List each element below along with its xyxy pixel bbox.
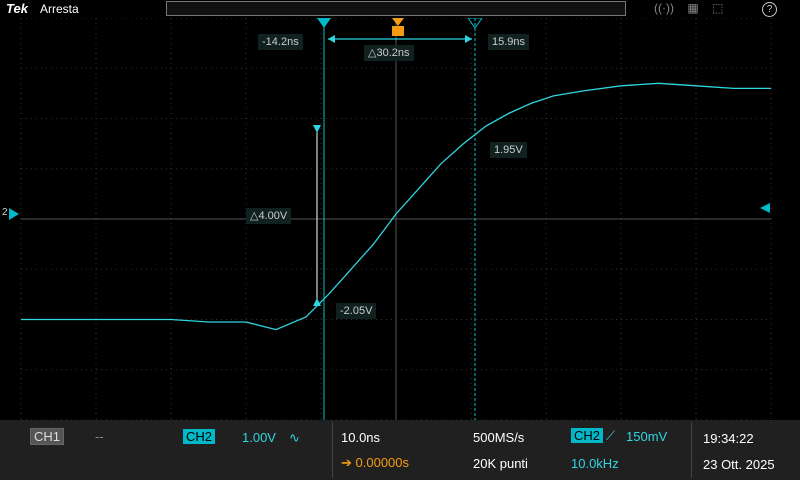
cursor-delta-volt: △4.00V [246,208,292,224]
trigger-level-marker-icon [760,203,770,213]
graticule [20,18,772,420]
trigger-position-icon [392,26,404,36]
ch2-badge[interactable]: CH2 [183,429,216,444]
cursor-delta-time: △30.2ns [364,45,414,61]
trigger-source[interactable]: CH2 [571,428,604,443]
top-icons: ((·)) ▦ ⬚ [654,1,733,15]
top-bar: Tek Arresta ((·)) ▦ ⬚ ? [0,0,800,18]
network-icon[interactable]: ▦ [687,1,698,15]
rising-edge-icon: ⟋ [606,428,616,443]
arrow-right-icon [465,35,472,43]
cursor-bottom-marker-icon [313,298,321,306]
record-length: 20K punti [473,456,528,471]
cursor-a-volt: -2.05V [336,303,377,319]
ac-coupling-icon: ∿ [289,430,300,445]
arrow-left-icon [328,35,335,43]
clock-date: 23 Ott. 2025 [703,457,775,472]
trigger-frequency: 10.0kHz [571,456,619,471]
cursor-b-volt: 1.95V [490,142,527,158]
ch2-ground-marker-icon [9,208,19,220]
sample-rate: 500MS/s [473,430,525,445]
status-bar [0,420,800,480]
brand-logo: Tek [6,1,28,16]
ch1-status: -- [95,429,104,444]
trigger-level[interactable]: 150mV [626,429,667,444]
wifi-icon[interactable]: ((·)) [654,1,674,15]
waveform-display[interactable] [0,18,800,420]
clock-time: 19:34:22 [703,431,754,446]
ch1-badge[interactable]: CH1 [30,428,65,445]
record-overview[interactable] [166,1,626,16]
cursor-a-handle-icon [317,18,331,28]
horizontal-scale[interactable]: 10.0ns [341,430,380,445]
cursor-top-marker-icon [313,125,321,133]
save-icon[interactable]: ⬚ [712,1,723,15]
divider [691,422,692,478]
cursor-a-time: -14.2ns [258,34,303,50]
divider [332,422,333,478]
cursor-b-time: 15.9ns [488,34,530,50]
horizontal-delay[interactable]: ➔ 0.00000s [341,455,409,471]
ch2-scale[interactable]: 1.00V [242,430,276,445]
help-icon[interactable]: ? [762,2,777,17]
channel-marker-label: 2 [2,207,8,218]
delay-arrow-icon: ➔ [341,455,356,470]
acquisition-status[interactable]: Arresta [40,2,79,16]
trigger-time-marker-icon [392,18,404,26]
